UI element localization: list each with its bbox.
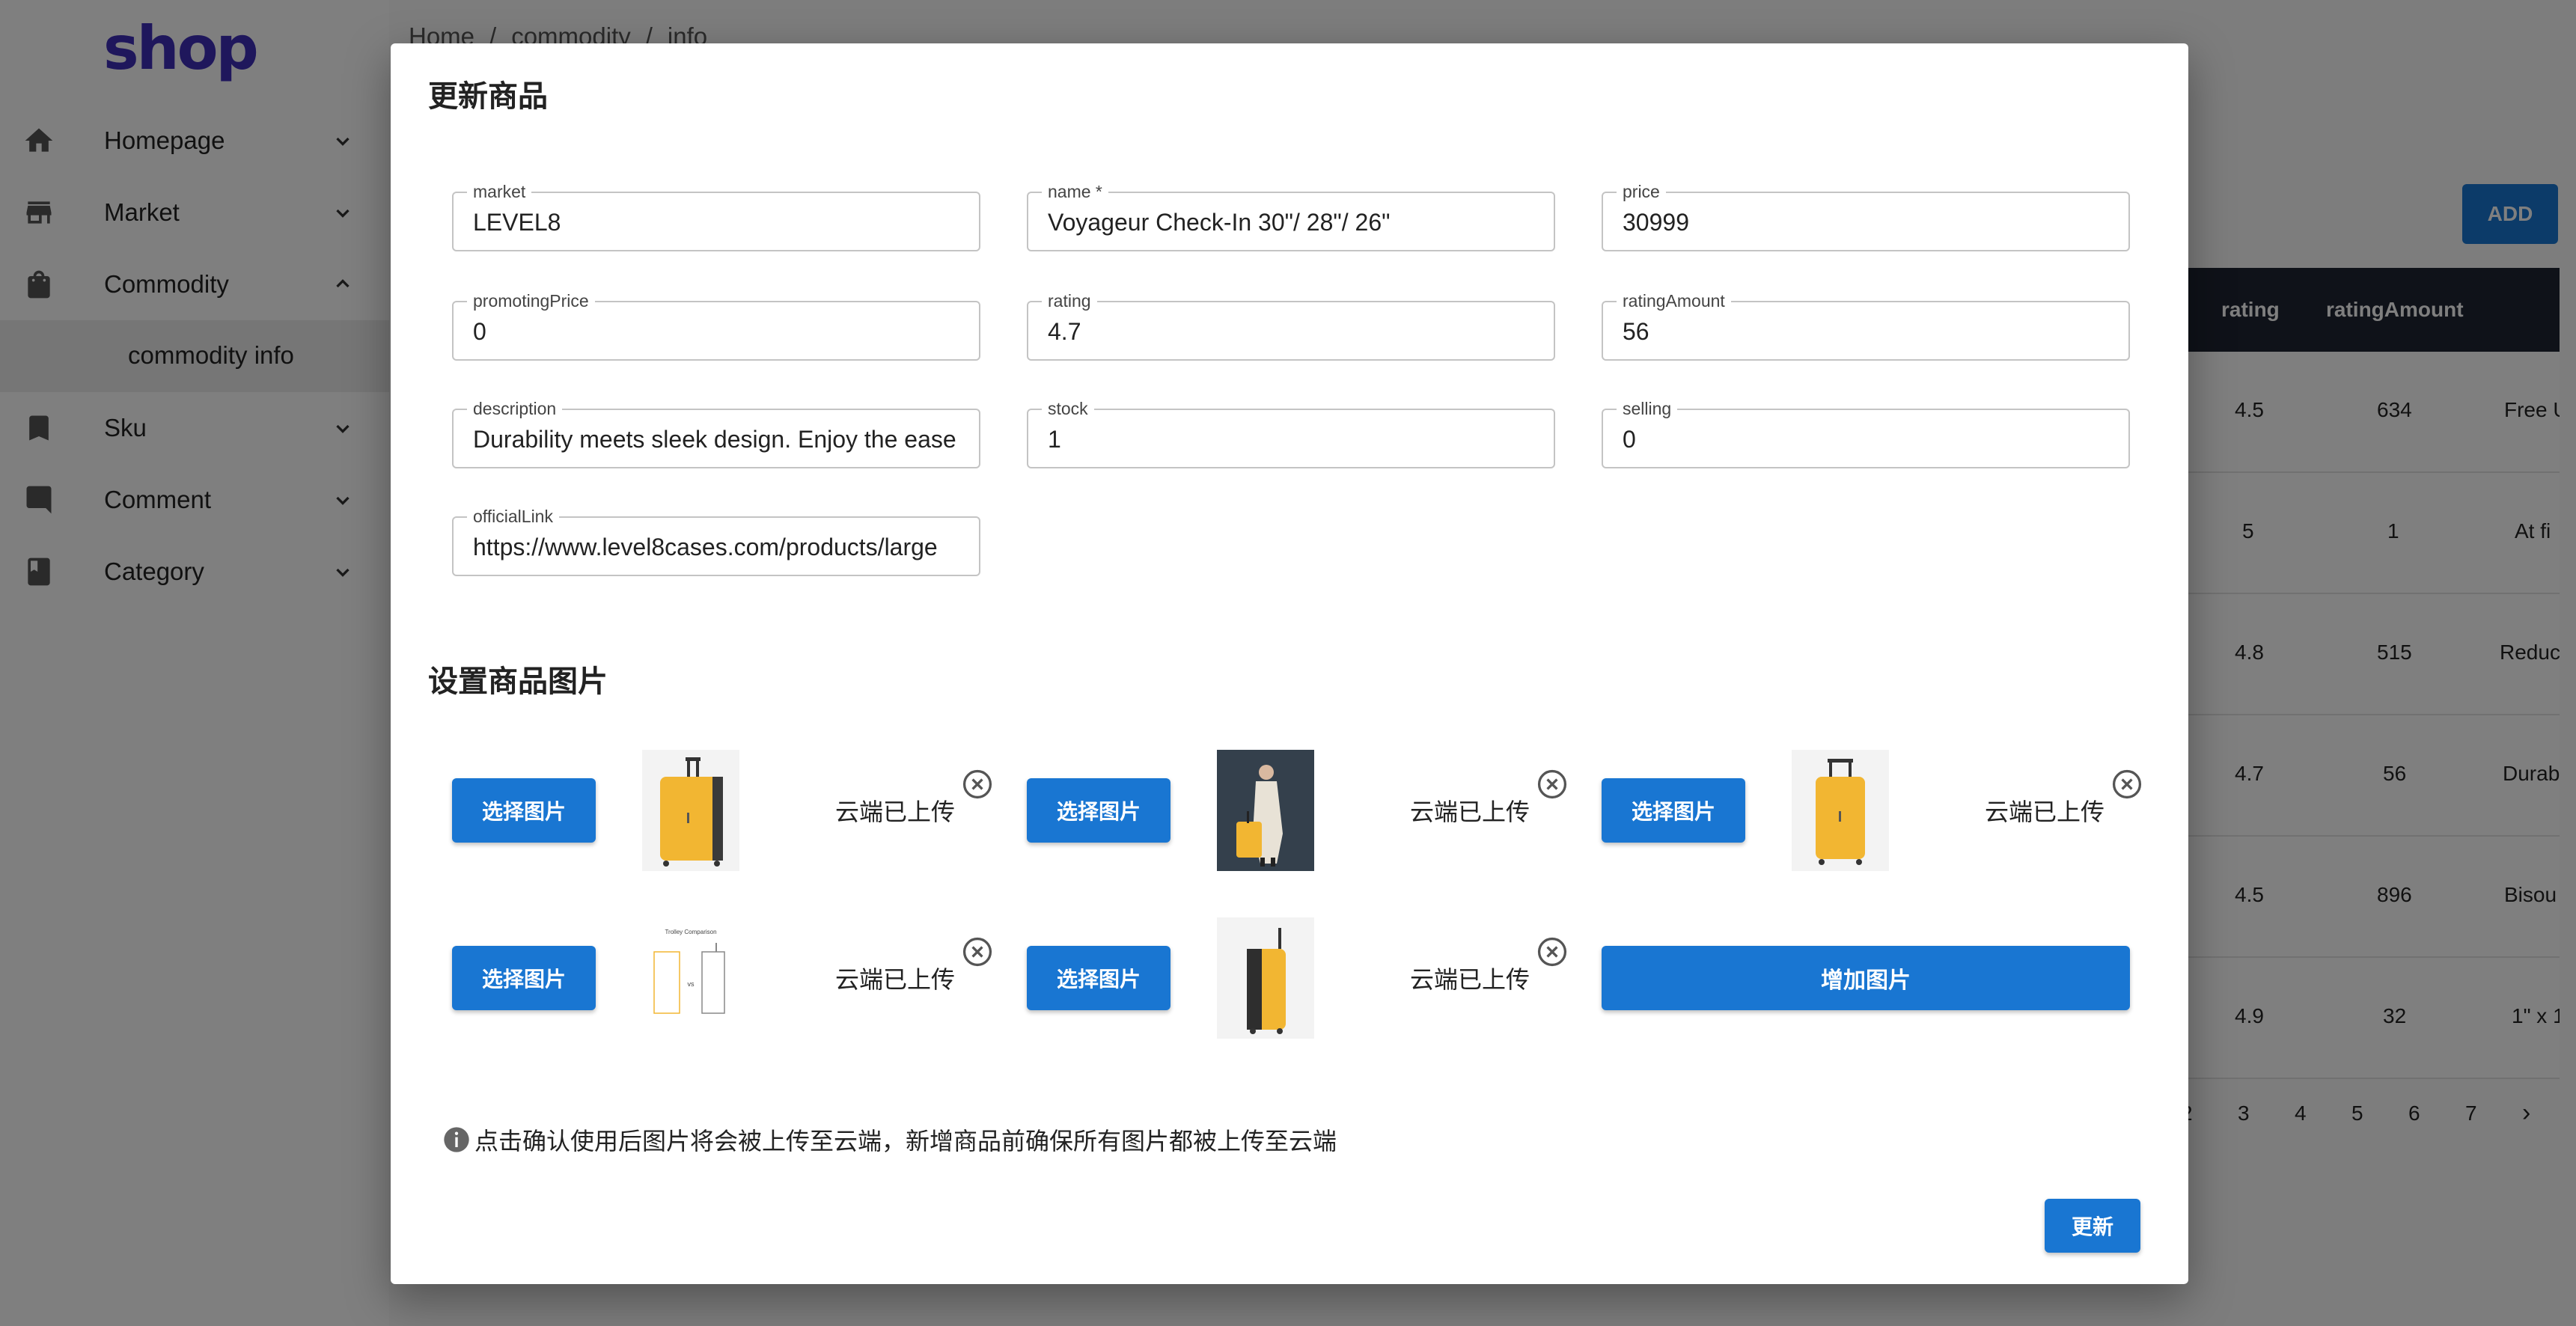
selling-field-label: selling (1617, 398, 1678, 419)
selling-field[interactable]: selling (1602, 398, 2130, 468)
choose-image-button[interactable]: 选择图片 (1602, 778, 1745, 843)
promoting-price-field-label: promotingPrice (467, 290, 595, 311)
official-link-field[interactable]: officialLink (452, 506, 980, 576)
price-field-label: price (1617, 181, 1666, 202)
trolley-comparison-image: Trolley Comparison vs (642, 917, 739, 1039)
stock-field-label: stock (1042, 398, 1094, 419)
market-input[interactable] (473, 204, 962, 241)
upload-status: 云端已上传 (1985, 798, 2105, 826)
update-commodity-dialog: 更新商品 market name * price promotingPrice … (391, 43, 2188, 1284)
stock-field[interactable]: stock (1027, 398, 1555, 468)
choose-image-button[interactable]: 选择图片 (452, 946, 596, 1010)
image-thumbnail[interactable]: Trolley Comparison vs (642, 917, 739, 1039)
stock-input[interactable] (1048, 421, 1537, 458)
official-link-input[interactable] (473, 528, 962, 566)
yellow-suitcase-image (642, 750, 739, 871)
promoting-price-input[interactable] (473, 313, 962, 350)
images-section-title: 设置商品图片 (428, 665, 608, 698)
remove-image-close-icon[interactable] (1536, 768, 1569, 801)
remove-image-close-icon[interactable] (961, 935, 994, 968)
trolley-comparison-vs: vs (688, 980, 695, 988)
image-slot: 选择图片 云端已上传 (1027, 899, 1567, 1049)
person-with-suitcase-image (1217, 750, 1314, 871)
image-slot: 选择图片 云端已上传 (452, 732, 992, 882)
update-button[interactable]: 更新 (2045, 1199, 2140, 1253)
remove-image-close-icon[interactable] (2110, 768, 2143, 801)
upload-status: 云端已上传 (835, 965, 956, 994)
price-input[interactable] (1623, 204, 2112, 241)
choose-image-button[interactable]: 选择图片 (452, 778, 596, 843)
choose-image-button[interactable]: 选择图片 (1027, 778, 1171, 843)
choose-image-button[interactable]: 选择图片 (1027, 946, 1171, 1010)
official-link-field-label: officialLink (467, 506, 559, 527)
yellow-suitcase-front-image (1792, 750, 1889, 871)
remove-image-close-icon[interactable] (1536, 935, 1569, 968)
upload-status: 云端已上传 (835, 798, 956, 826)
rating-field-label: rating (1042, 290, 1097, 311)
image-slot: 选择图片 云端已上传 (1602, 732, 2142, 882)
rating-amount-input[interactable] (1623, 313, 2112, 350)
black-yellow-suitcase-image (1217, 917, 1314, 1039)
rating-amount-field-label: ratingAmount (1617, 290, 1731, 311)
selling-input[interactable] (1623, 421, 2112, 458)
upload-status: 云端已上传 (1410, 965, 1530, 994)
description-field-label: description (467, 398, 563, 419)
rating-field[interactable]: rating (1027, 290, 1555, 361)
upload-notice-text: 点击确认使用后图片将会被上传至云端，新增商品前确保所有图片都被上传至云端 (474, 1127, 1337, 1155)
market-field[interactable]: market (452, 181, 980, 251)
rating-input[interactable] (1048, 313, 1537, 350)
market-field-label: market (467, 181, 532, 202)
add-image-button[interactable]: 增加图片 (1602, 946, 2130, 1010)
remove-image-close-icon[interactable] (961, 768, 994, 801)
image-slot: 选择图片 Trolley Comparison vs 云端已上传 (452, 899, 992, 1049)
name-field-label: name * (1042, 181, 1108, 202)
promoting-price-field[interactable]: promotingPrice (452, 290, 980, 361)
description-field[interactable]: description (452, 398, 980, 468)
image-slot: 选择图片 云端已上传 (1027, 732, 1567, 882)
image-thumbnail[interactable] (1792, 750, 1889, 871)
info-icon (444, 1127, 469, 1152)
description-input[interactable] (473, 421, 962, 458)
rating-amount-field[interactable]: ratingAmount (1602, 290, 2130, 361)
name-input[interactable] (1048, 204, 1537, 241)
upload-notice: 点击确认使用后图片将会被上传至云端，新增商品前确保所有图片都被上传至云端 (442, 1122, 1337, 1157)
trolley-comparison-caption: Trolley Comparison (665, 929, 716, 935)
name-field[interactable]: name * (1027, 181, 1555, 251)
dialog-title: 更新商品 (428, 80, 548, 113)
image-thumbnail[interactable] (1217, 750, 1314, 871)
upload-status: 云端已上传 (1410, 798, 1530, 826)
image-thumbnail[interactable] (642, 750, 739, 871)
price-field[interactable]: price (1602, 181, 2130, 251)
image-thumbnail[interactable] (1217, 917, 1314, 1039)
